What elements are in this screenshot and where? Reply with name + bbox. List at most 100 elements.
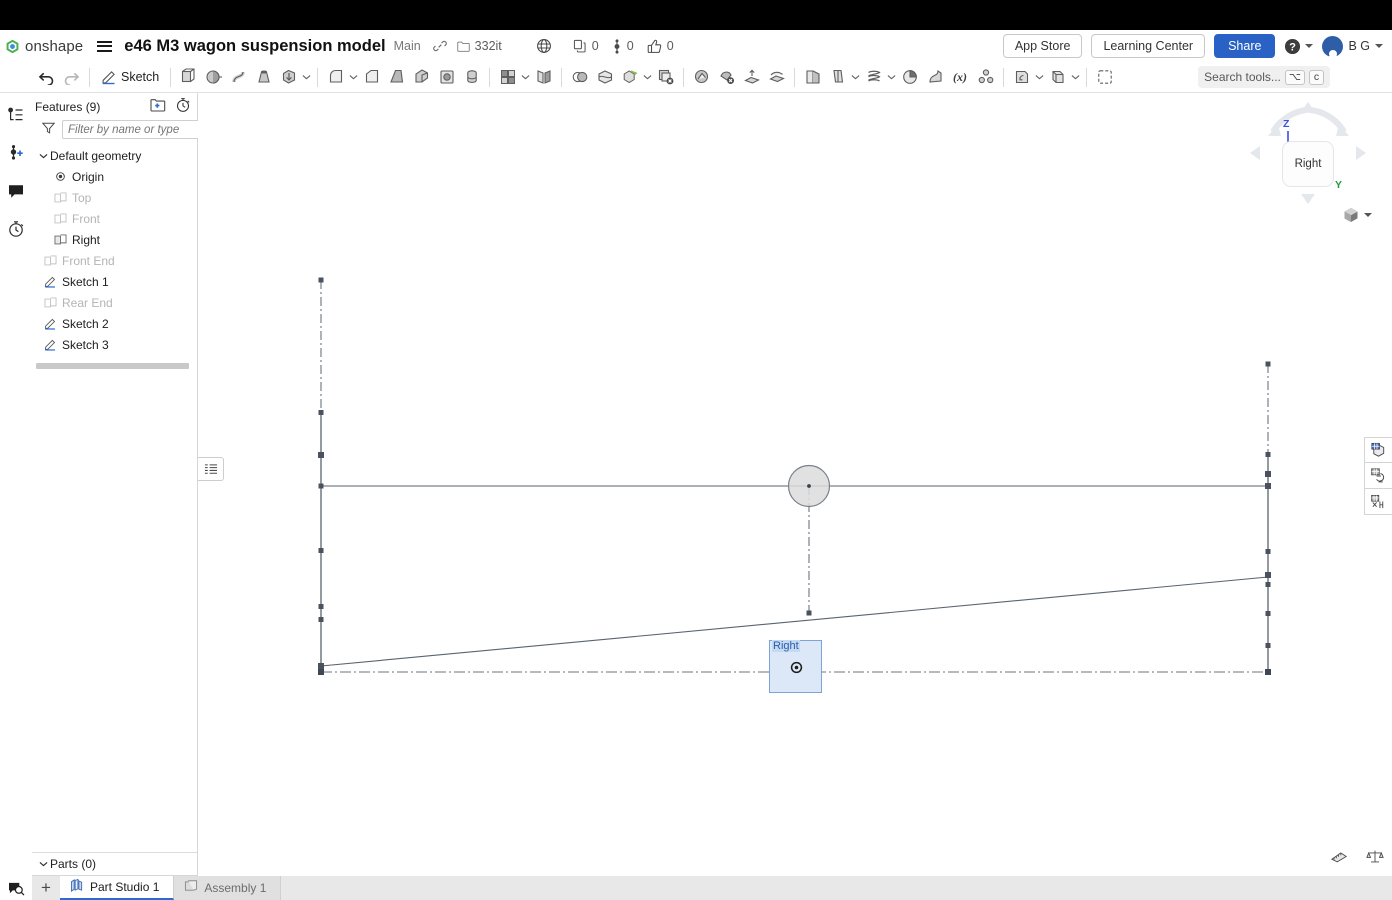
sidebar-item-rear-end[interactable]: Rear End — [32, 292, 197, 313]
plane-icon[interactable] — [825, 63, 850, 91]
onshape-logo-text: onshape — [25, 38, 83, 55]
copies-stat[interactable]: 0 — [573, 39, 599, 53]
rollback-timer-icon[interactable] — [175, 97, 191, 118]
draft-icon[interactable] — [384, 63, 409, 91]
thicken-chevron-down-icon[interactable] — [301, 74, 312, 80]
main-menu-icon[interactable] — [97, 41, 112, 52]
learning-center-button[interactable]: Learning Center — [1091, 34, 1205, 59]
tree-group-default-geometry[interactable]: Default geometry — [32, 145, 197, 166]
offset-surface-icon[interactable] — [739, 63, 764, 91]
pattern-chevron-down-icon[interactable] — [520, 74, 531, 80]
insert-chevron-down-icon[interactable] — [1070, 74, 1081, 80]
helix-icon[interactable] — [861, 63, 886, 91]
thicken-icon[interactable] — [276, 63, 301, 91]
enclose-icon[interactable] — [800, 63, 825, 91]
parts-header[interactable]: Parts (0) — [32, 853, 197, 875]
transform-icon[interactable] — [617, 63, 642, 91]
fillet-chevron-down-icon[interactable] — [348, 74, 359, 80]
add-version-icon[interactable] — [3, 141, 29, 165]
display-state-icon[interactable] — [1364, 437, 1392, 463]
user-chevron-down-icon — [1375, 44, 1383, 48]
render-icon[interactable] — [1364, 463, 1392, 489]
delete-part-icon[interactable] — [653, 63, 678, 91]
tab-bar-right — [1382, 876, 1392, 900]
graphics-canvas[interactable]: Right — [198, 93, 1392, 877]
delete-face-icon[interactable] — [714, 63, 739, 91]
helix-chevron-down-icon[interactable] — [886, 74, 897, 80]
sidebar-item-front-end[interactable]: Front End — [32, 250, 197, 271]
variable-icon[interactable]: (x) — [947, 63, 973, 91]
appearance-icon[interactable] — [1364, 489, 1392, 515]
tab-search-icon[interactable] — [0, 876, 32, 900]
extrude-icon[interactable] — [176, 63, 201, 91]
axis-label-y: Y — [1335, 179, 1342, 191]
parts-chevron-down-icon[interactable] — [36, 861, 50, 867]
sweep-surface-icon[interactable] — [922, 63, 947, 91]
tab-assembly-1[interactable]: Assembly 1 — [174, 876, 281, 900]
pattern-icon[interactable] — [495, 63, 520, 91]
plane-icon — [52, 234, 69, 246]
move-face-icon[interactable] — [689, 63, 714, 91]
sidebar-item-sketch-2[interactable]: Sketch 2 — [32, 313, 197, 334]
view-style-menu[interactable] — [1342, 206, 1372, 224]
chevron-down-icon[interactable] — [36, 153, 50, 159]
derived-icon[interactable] — [1009, 63, 1034, 91]
curve-icon[interactable] — [897, 63, 922, 91]
sidebar-item-sketch-1[interactable]: Sketch 1 — [32, 271, 197, 292]
browser-top-bar — [0, 0, 1392, 30]
hole-icon[interactable] — [459, 63, 484, 91]
transform-chevron-down-icon[interactable] — [642, 74, 653, 80]
search-tools-box[interactable]: Search tools... ⌥ c — [1198, 66, 1330, 88]
sweep-icon[interactable] — [226, 63, 251, 91]
link-icon[interactable] — [433, 39, 447, 53]
rib-icon[interactable] — [409, 63, 434, 91]
measure-icon[interactable] — [1330, 849, 1348, 869]
view-cube-face[interactable]: Right — [1282, 141, 1334, 187]
chamfer-icon[interactable] — [359, 63, 384, 91]
add-tab-button[interactable]: + — [32, 876, 60, 900]
comments-icon[interactable] — [3, 179, 29, 203]
shaded-view-icon — [1342, 206, 1360, 224]
folder-name: 332it — [475, 39, 502, 53]
sketch-button[interactable]: Sketch — [95, 64, 165, 90]
loft-icon[interactable] — [251, 63, 276, 91]
split-icon[interactable] — [592, 63, 617, 91]
folder-chip[interactable]: 332it — [457, 39, 502, 53]
insert-icon[interactable] — [1045, 63, 1070, 91]
sketch-panel-toggle-icon[interactable] — [198, 457, 224, 481]
mass-properties-icon[interactable] — [1366, 849, 1384, 869]
add-custom-feature-icon[interactable] — [1092, 63, 1117, 91]
fillet-icon[interactable] — [323, 63, 348, 91]
mirror-icon[interactable] — [531, 63, 556, 91]
shell-icon[interactable] — [434, 63, 459, 91]
selected-plane-right[interactable]: Right — [769, 640, 822, 693]
new-folder-icon[interactable] — [150, 98, 166, 117]
derived-chevron-down-icon[interactable] — [1034, 74, 1045, 80]
sidebar-item-top[interactable]: Top — [32, 187, 197, 208]
plane-label: Right — [772, 640, 800, 652]
help-menu[interactable]: ? — [1284, 38, 1313, 55]
feature-list-icon[interactable] — [3, 103, 29, 127]
filter-icon[interactable] — [42, 121, 55, 139]
versions-stat[interactable]: 0 — [612, 39, 634, 54]
user-menu[interactable]: B G — [1322, 36, 1383, 57]
sidebar-item-sketch-3[interactable]: Sketch 3 — [32, 334, 197, 355]
tab-part-studio-1[interactable]: Part Studio 1 — [60, 876, 174, 900]
mate-connector-icon[interactable] — [973, 63, 998, 91]
globe-icon[interactable] — [536, 38, 552, 54]
undo-icon[interactable] — [34, 63, 59, 91]
sidebar-item-origin[interactable]: Origin — [32, 166, 197, 187]
onshape-logo[interactable]: onshape — [5, 38, 83, 55]
share-button[interactable]: Share — [1214, 34, 1275, 59]
sidebar-item-front[interactable]: Front — [32, 208, 197, 229]
replace-face-icon[interactable] — [764, 63, 789, 91]
sidebar-item-right[interactable]: Right — [32, 229, 197, 250]
revolve-icon[interactable] — [201, 63, 226, 91]
plane-chevron-down-icon[interactable] — [850, 74, 861, 80]
feature-toolbar: Sketch — [0, 62, 1392, 93]
app-store-button[interactable]: App Store — [1003, 34, 1083, 59]
history-icon[interactable] — [3, 217, 29, 241]
redo-icon[interactable] — [59, 63, 84, 91]
boolean-icon[interactable] — [567, 63, 592, 91]
likes-stat[interactable]: 0 — [647, 39, 674, 54]
